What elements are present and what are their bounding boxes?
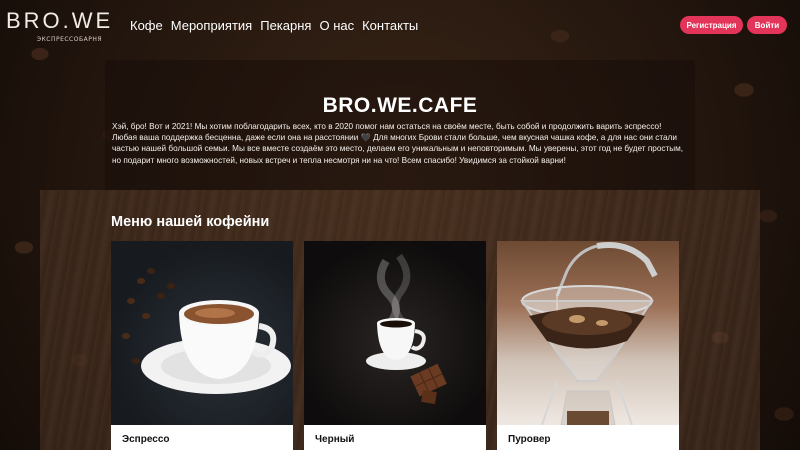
site-header: BRO.WE ЭКСПРЕССОБАРНЯ Кофе Мероприятия П…	[0, 0, 800, 50]
nav-item-bakery[interactable]: Пекарня	[260, 18, 311, 33]
main-nav: Кофе Мероприятия Пекарня О нас Контакты	[130, 18, 418, 33]
nav-item-events[interactable]: Мероприятия	[171, 18, 253, 33]
pour-over-image	[497, 241, 679, 425]
logo-text: BRO.WE	[6, 8, 114, 33]
menu-section-title: Меню нашей кофейни	[111, 214, 270, 230]
nav-item-contacts[interactable]: Контакты	[362, 18, 418, 33]
hero-title: BRO.WE.CAFE	[322, 94, 478, 117]
logo-subtitle: ЭКСПРЕССОБАРНЯ	[36, 36, 102, 43]
menu-card-espresso[interactable]: Эспрессо	[111, 241, 293, 450]
black-coffee-cup-image	[304, 241, 486, 425]
login-button[interactable]: Войти	[747, 16, 787, 34]
nav-item-about[interactable]: О нас	[319, 18, 354, 33]
card-label: Эспрессо	[122, 434, 170, 445]
menu-card-pour-over[interactable]: Пуровер	[497, 241, 679, 450]
nav-item-coffee[interactable]: Кофе	[130, 18, 163, 33]
register-button[interactable]: Регистрация	[680, 16, 743, 34]
hero-text: Хэй, бро! Вот и 2021! Мы хотим поблагода…	[112, 122, 684, 165]
logo[interactable]: BRO.WE ЭКСПРЕССОБАРНЯ	[6, 8, 114, 44]
card-label: Пуровер	[508, 434, 551, 445]
card-label: Черный	[315, 434, 355, 445]
espresso-cup-image	[111, 241, 293, 425]
menu-card-black-coffee[interactable]: Черный	[304, 241, 486, 450]
